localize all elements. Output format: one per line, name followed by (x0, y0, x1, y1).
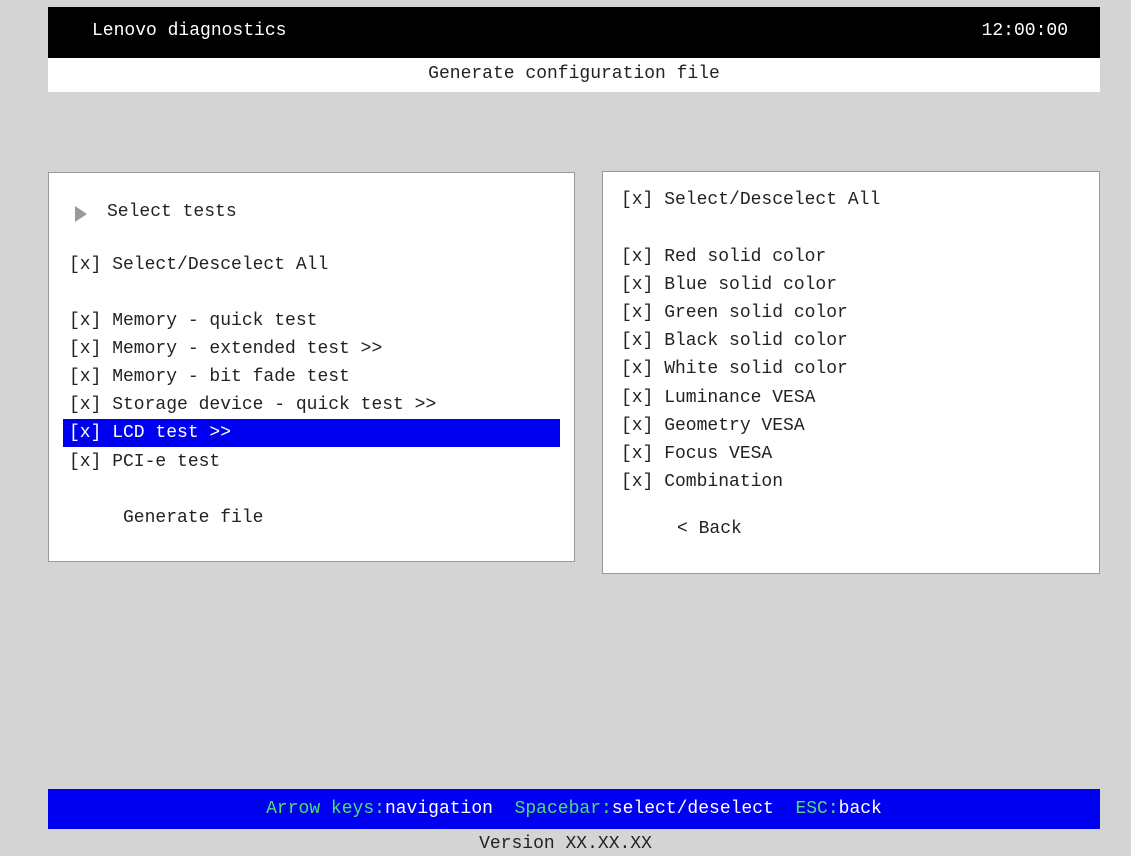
key-hints-bar: Arrow keys:navigation Spacebar:select/de… (48, 789, 1100, 829)
hint-action-back: back (838, 799, 882, 819)
hint-key-esc: ESC: (795, 799, 839, 819)
subtest-combination[interactable]: [x] Combination (603, 468, 1099, 496)
test-pcie[interactable]: [x] PCI-e test (49, 448, 574, 476)
hint-action-select: select/deselect (611, 799, 774, 819)
subtest-white-solid[interactable]: [x] White solid color (603, 355, 1099, 383)
back-button[interactable]: < Back (603, 515, 1099, 543)
test-storage-quick[interactable]: [x] Storage device - quick test >> (49, 391, 574, 419)
select-all-subtests-checkbox[interactable]: [x] Select/Descelect All (603, 186, 1099, 214)
test-memory-bit-fade[interactable]: [x] Memory - bit fade test (49, 363, 574, 391)
page-title: Generate configuration file (48, 58, 1100, 92)
subtest-focus-vesa[interactable]: [x] Focus VESA (603, 440, 1099, 468)
title-bar: Lenovo diagnostics 12:00:00 (48, 7, 1100, 58)
select-all-tests-checkbox[interactable]: [x] Select/Descelect All (49, 251, 574, 279)
lcd-subtest-panel: [x] Select/Descelect All [x] Red solid c… (602, 171, 1100, 574)
test-selection-panel: Select tests [x] Select/Descelect All [x… (48, 172, 575, 562)
version-label: Version XX.XX.XX (479, 834, 652, 854)
hint-action-navigation: navigation (384, 799, 493, 819)
hint-key-arrows: Arrow keys: (266, 799, 385, 819)
generate-file-button[interactable]: Generate file (49, 504, 574, 532)
select-tests-heading: Select tests (107, 202, 237, 222)
subtest-black-solid[interactable]: [x] Black solid color (603, 327, 1099, 355)
app-title: Lenovo diagnostics (92, 21, 287, 41)
subtest-green-solid[interactable]: [x] Green solid color (603, 299, 1099, 327)
test-memory-extended[interactable]: [x] Memory - extended test >> (49, 335, 574, 363)
clock: 12:00:00 (981, 21, 1068, 41)
subtest-luminance-vesa[interactable]: [x] Luminance VESA (603, 384, 1099, 412)
hint-key-spacebar: Spacebar: (514, 799, 612, 819)
subtest-geometry-vesa[interactable]: [x] Geometry VESA (603, 412, 1099, 440)
test-lcd[interactable]: [x] LCD test >> (63, 419, 560, 447)
subtest-red-solid[interactable]: [x] Red solid color (603, 243, 1099, 271)
subtest-blue-solid[interactable]: [x] Blue solid color (603, 271, 1099, 299)
test-memory-quick[interactable]: [x] Memory - quick test (49, 307, 574, 335)
